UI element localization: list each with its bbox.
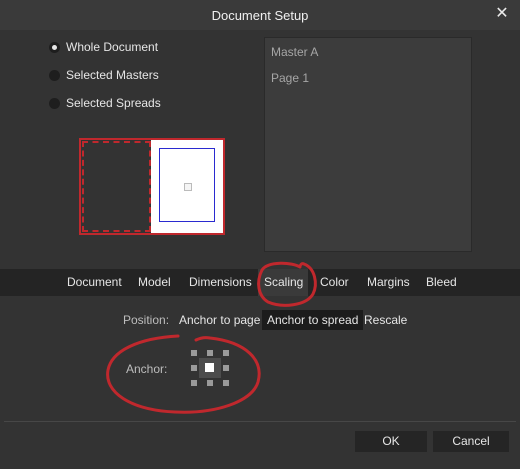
anchor-center[interactable] <box>205 363 214 372</box>
tab-bar: Document Model Dimensions Scaling Color … <box>0 269 520 296</box>
radio-button-icon[interactable] <box>49 69 60 81</box>
page-icon <box>184 183 192 191</box>
anchor-top-right[interactable] <box>223 350 229 356</box>
masters-pages-list[interactable]: Master A Page 1 <box>264 37 472 252</box>
footer-divider <box>4 421 516 422</box>
radio-label: Selected Masters <box>66 68 159 82</box>
anchor-top-left[interactable] <box>191 350 197 356</box>
radio-selected-spreads[interactable]: Selected Spreads <box>49 95 161 111</box>
list-item-page-1[interactable]: Page 1 <box>271 71 309 85</box>
anchor-middle-right[interactable] <box>223 365 229 371</box>
spread-right-page <box>151 140 223 233</box>
list-item-master-a[interactable]: Master A <box>271 45 318 59</box>
dialog-title: Document Setup <box>211 8 309 23</box>
radio-button-icon[interactable] <box>49 97 60 109</box>
radio-selected-masters[interactable]: Selected Masters <box>49 67 159 83</box>
radio-whole-document[interactable]: Whole Document <box>49 39 158 55</box>
tab-model[interactable]: Model <box>132 269 177 296</box>
tab-dimensions[interactable]: Dimensions <box>183 269 258 296</box>
anchor-to-page-option[interactable]: Anchor to page <box>174 310 265 330</box>
ok-button[interactable]: OK <box>355 431 427 452</box>
anchor-middle-left[interactable] <box>191 365 197 371</box>
tab-bleed[interactable]: Bleed <box>420 269 463 296</box>
title-bar: Document Setup ✕ <box>0 0 520 30</box>
anchor-to-spread-option[interactable]: Anchor to spread <box>262 310 364 330</box>
anchor-selector[interactable] <box>191 350 229 386</box>
spread-left-page <box>82 141 151 232</box>
rescale-option[interactable]: Rescale <box>359 310 412 330</box>
radio-button-icon[interactable] <box>49 41 60 53</box>
cancel-button[interactable]: Cancel <box>433 431 509 452</box>
anchor-label: Anchor: <box>126 362 168 376</box>
tab-scaling[interactable]: Scaling <box>258 269 308 296</box>
anchor-bottom-center[interactable] <box>207 380 213 386</box>
tab-document[interactable]: Document <box>61 269 128 296</box>
radio-label: Selected Spreads <box>66 96 161 110</box>
close-icon[interactable]: ✕ <box>494 6 510 22</box>
spread-preview <box>79 138 225 235</box>
anchor-top-center[interactable] <box>207 350 213 356</box>
anchor-bottom-left[interactable] <box>191 380 197 386</box>
tab-margins[interactable]: Margins <box>361 269 416 296</box>
position-label: Position: <box>123 313 170 327</box>
anchor-bottom-right[interactable] <box>223 380 229 386</box>
tab-color[interactable]: Color <box>314 269 355 296</box>
radio-label: Whole Document <box>66 40 159 54</box>
